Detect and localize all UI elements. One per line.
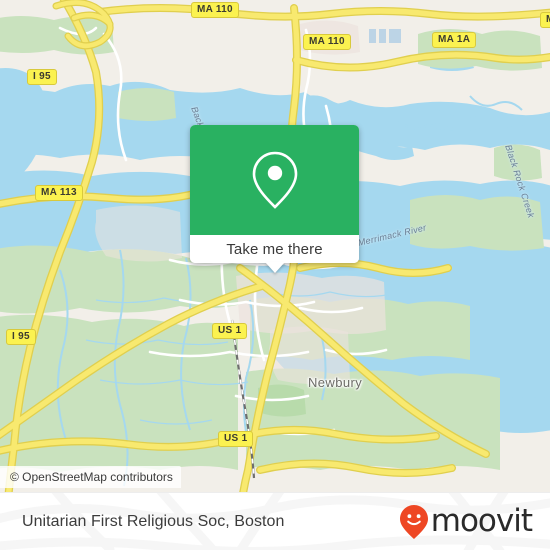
location-pin-icon bbox=[252, 151, 297, 209]
moovit-pin-icon bbox=[399, 505, 428, 539]
map-canvas[interactable]: MA 110 MA 110 MA 1A MA I 95 MA 113 I 95 … bbox=[0, 0, 550, 492]
popup-action-row[interactable]: Take me there bbox=[190, 235, 359, 273]
popup-tail bbox=[264, 262, 285, 273]
screenshot-root: MA 110 MA 110 MA 1A MA I 95 MA 113 I 95 … bbox=[0, 0, 550, 550]
shield-i-95-top: I 95 bbox=[27, 69, 57, 85]
shield-ma-edge: MA bbox=[540, 12, 550, 28]
shield-ma-110-right: MA 110 bbox=[303, 34, 351, 50]
popup-pin-panel bbox=[190, 125, 359, 235]
take-me-there-label: Take me there bbox=[226, 240, 323, 258]
footer-bar: Unitarian First Religious Soc, Boston mo… bbox=[0, 492, 550, 550]
moovit-wordmark: moovit bbox=[430, 502, 533, 539]
moovit-logo[interactable]: moovit bbox=[399, 493, 533, 550]
shield-ma-1a: MA 1A bbox=[432, 32, 477, 48]
shield-us-1-mid: US 1 bbox=[212, 323, 248, 339]
osm-attribution[interactable]: © OpenStreetMap contributors bbox=[0, 466, 181, 488]
shield-i-95-left: I 95 bbox=[6, 329, 36, 345]
map-label-newbury: Newbury bbox=[308, 375, 363, 390]
place-popup-card[interactable]: Take me there bbox=[190, 125, 359, 273]
place-title: Unitarian First Religious Soc, Boston bbox=[22, 513, 285, 530]
shield-us-1-bottom: US 1 bbox=[218, 431, 254, 447]
shield-ma-110-top: MA 110 bbox=[191, 2, 239, 18]
shield-ma-113: MA 113 bbox=[35, 185, 83, 201]
